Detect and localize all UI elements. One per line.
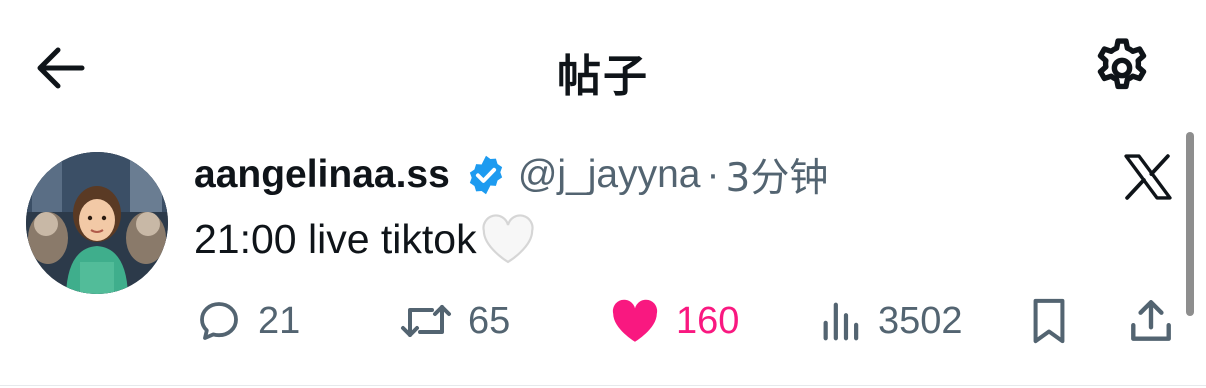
timestamp[interactable]: 3分钟 xyxy=(726,147,829,203)
reply-count: 21 xyxy=(258,299,301,342)
repost-button[interactable]: 65 xyxy=(398,290,510,352)
top-bar: 帖子 xyxy=(0,0,1206,130)
page-title: 帖子 xyxy=(557,51,649,102)
bookmark-icon xyxy=(1033,298,1065,344)
tweet-body: 21:00 live tiktok xyxy=(194,215,477,262)
bookmark-button[interactable] xyxy=(1026,290,1072,352)
view-count: 3502 xyxy=(878,299,963,342)
settings-button[interactable] xyxy=(1086,34,1158,102)
reply-button[interactable]: 21 xyxy=(194,290,300,352)
repost-count: 65 xyxy=(468,299,511,342)
separator-dot: · xyxy=(706,153,720,196)
analytics-bars-icon xyxy=(823,302,859,341)
heart-filled-icon xyxy=(612,299,658,342)
avatar-image xyxy=(26,152,168,294)
bottom-divider xyxy=(0,385,1206,386)
share-button[interactable] xyxy=(1126,290,1176,352)
verified-badge-icon xyxy=(464,153,508,197)
share-upload-icon xyxy=(1131,300,1171,341)
avatar[interactable] xyxy=(26,152,168,294)
x-logo-icon xyxy=(1122,154,1174,200)
scrollbar[interactable] xyxy=(1186,132,1194,316)
display-name[interactable]: aangelinaa.ss xyxy=(194,153,450,197)
repost-icon xyxy=(401,305,451,337)
user-handle[interactable]: @j_jayyna xyxy=(518,153,701,197)
reply-icon xyxy=(200,302,238,340)
gear-icon xyxy=(1097,38,1147,90)
white-heart-emoji-icon xyxy=(479,212,537,266)
tweet-header: aangelinaa.ss @j_jayyna · 3分钟 xyxy=(194,147,829,203)
views-button[interactable]: 3502 xyxy=(818,290,963,352)
like-count: 160 xyxy=(676,299,740,342)
action-bar: 21 65 160 3502 xyxy=(194,290,1184,352)
tweet-text: 21:00 live tiktok xyxy=(194,212,537,266)
like-button[interactable]: 160 xyxy=(608,290,739,352)
